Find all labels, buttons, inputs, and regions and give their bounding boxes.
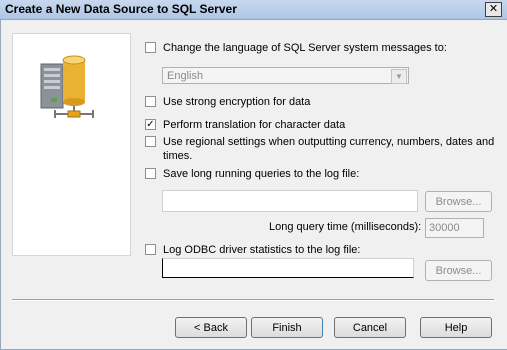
cancel-label: Cancel <box>352 321 388 334</box>
finish-button[interactable]: Finish <box>251 317 323 338</box>
odbc-stats-browse-button[interactable]: Browse... <box>425 260 492 281</box>
regional-settings-option[interactable]: Use regional settings when outputting cu… <box>145 135 495 163</box>
illustration-panel <box>12 33 131 256</box>
close-button[interactable]: ✕ <box>485 2 502 17</box>
long-queries-label: Save long running queries to the log fil… <box>163 168 360 180</box>
long-queries-browse-button[interactable]: Browse... <box>425 191 492 212</box>
title-bar: Create a New Data Source to SQL Server ✕ <box>0 0 507 20</box>
checkmark-icon: ✓ <box>146 118 155 130</box>
translation-option[interactable]: ✓ Perform translation for character data <box>145 118 345 132</box>
language-select[interactable]: English ▼ <box>162 67 409 84</box>
close-icon: ✕ <box>488 3 499 15</box>
change-language-checkbox[interactable] <box>145 42 156 53</box>
translation-label: Perform translation for character data <box>163 119 346 131</box>
long-queries-browse-label: Browse... <box>435 195 482 208</box>
long-queries-log-file-input[interactable] <box>162 190 418 212</box>
odbc-stats-log-file-input[interactable] <box>162 258 414 278</box>
odbc-stats-browse-label: Browse... <box>435 264 482 277</box>
server-database-network-icon <box>40 55 94 118</box>
help-button[interactable]: Help <box>420 317 492 338</box>
help-label: Help <box>444 321 468 334</box>
cancel-button[interactable]: Cancel <box>334 317 406 338</box>
strong-encryption-option[interactable]: Use strong encryption for data <box>145 95 310 109</box>
change-language-option[interactable]: Change the language of SQL Server system… <box>145 41 447 55</box>
change-language-label: Change the language of SQL Server system… <box>163 42 447 54</box>
regional-settings-checkbox[interactable] <box>145 136 156 147</box>
odbc-stats-option[interactable]: Log ODBC driver statistics to the log fi… <box>145 243 360 257</box>
finish-label: Finish <box>272 321 302 334</box>
long-queries-option[interactable]: Save long running queries to the log fil… <box>145 167 359 181</box>
strong-encryption-checkbox[interactable] <box>145 96 156 107</box>
long-query-time-label: Long query time (milliseconds): <box>269 221 422 233</box>
footer-separator <box>12 299 494 301</box>
translation-checkbox[interactable]: ✓ <box>145 119 156 130</box>
odbc-stats-checkbox[interactable] <box>145 244 156 255</box>
long-query-time-input[interactable]: 30000 <box>425 218 484 238</box>
window-title: Create a New Data Source to SQL Server <box>5 2 237 16</box>
strong-encryption-label: Use strong encryption for data <box>163 96 311 108</box>
regional-settings-label: Use regional settings when outputting cu… <box>163 136 495 162</box>
chevron-down-icon[interactable]: ▼ <box>391 69 407 84</box>
long-queries-checkbox[interactable] <box>145 168 156 179</box>
back-label: < Back <box>194 321 228 334</box>
language-select-value: English <box>167 70 204 82</box>
odbc-stats-label: Log ODBC driver statistics to the log fi… <box>163 244 361 256</box>
long-query-time-value: 30000 <box>429 222 460 234</box>
back-button[interactable]: < Back <box>175 317 247 338</box>
